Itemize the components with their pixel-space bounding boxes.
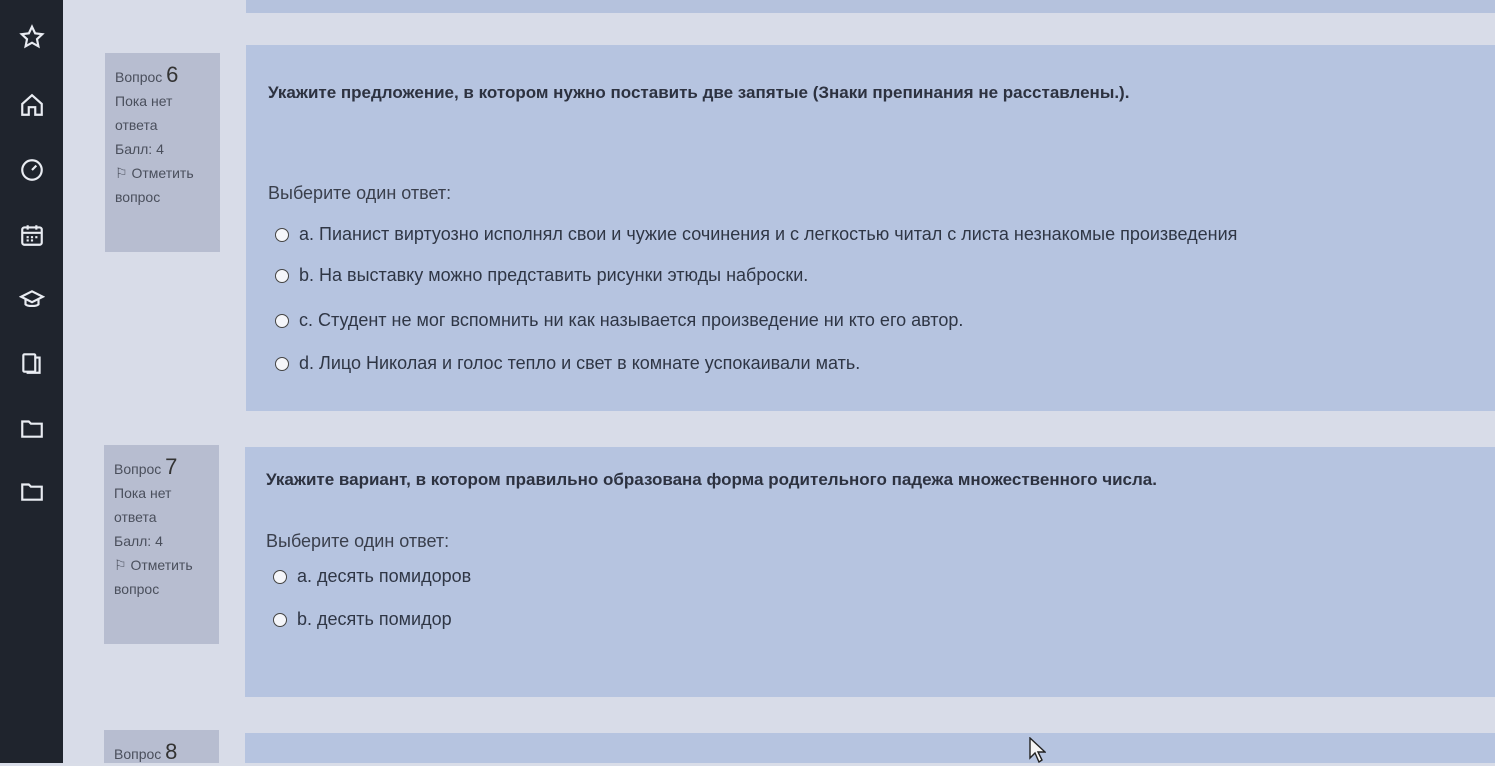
sidebar-nav	[0, 0, 63, 763]
answer-status: Пока нет ответа	[114, 485, 172, 525]
radio-button[interactable]	[275, 356, 289, 371]
star-icon[interactable]	[0, 17, 63, 57]
answer-status: Пока нет ответа	[115, 93, 173, 133]
answer-option-b[interactable]: b. На выставку можно представить рисунки…	[275, 265, 808, 286]
question-number: Вопрос 8	[114, 740, 209, 766]
home-icon[interactable]	[0, 85, 63, 125]
answer-label: b. На выставку можно представить рисунки…	[299, 265, 809, 285]
answer-option-d[interactable]: d. Лицо Николая и голос тепло и свет в к…	[275, 353, 860, 374]
folder-icon[interactable]	[0, 471, 63, 511]
library-icon[interactable]	[0, 343, 63, 383]
question-content-8	[245, 733, 1495, 763]
question-info-8: Вопрос 8	[104, 730, 219, 766]
flag-question-link[interactable]: ⚐ Отметить вопрос	[115, 161, 210, 209]
folder-icon[interactable]	[0, 408, 63, 448]
calendar-icon[interactable]	[0, 215, 63, 255]
dashboard-icon[interactable]	[0, 150, 63, 190]
radio-button[interactable]	[275, 268, 289, 283]
answer-prompt: Выберите один ответ:	[268, 183, 452, 203]
question-label: Вопрос	[114, 746, 162, 762]
answer-option-a[interactable]: a. Пианист виртуозно исполнял свои и чуж…	[275, 224, 1237, 245]
question-number: Вопрос 6	[115, 63, 210, 89]
question-label: Вопрос	[115, 69, 163, 85]
question-info-6: Вопрос 6 Пока нет ответа Балл: 4 ⚐ Отмет…	[105, 53, 220, 252]
question-label: Вопрос	[114, 461, 162, 477]
answer-label: d. Лицо Николая и голос тепло и свет в к…	[299, 353, 861, 373]
answer-option-c[interactable]: c. Студент не мог вспомнить ни как назыв…	[275, 310, 963, 331]
question-text: Укажите вариант, в котором правильно обр…	[266, 470, 1157, 489]
graduation-cap-icon[interactable]	[0, 280, 63, 320]
answer-label: c. Студент не мог вспомнить ни как назыв…	[299, 310, 964, 330]
radio-button[interactable]	[275, 227, 289, 242]
question-score: Балл: 4	[115, 141, 164, 157]
radio-button[interactable]	[273, 612, 287, 627]
answer-label: a. десять помидоров	[297, 566, 472, 586]
question-number-value: 7	[165, 454, 178, 479]
flag-icon: ⚐	[114, 557, 127, 573]
question-number-value: 8	[165, 739, 178, 764]
radio-button[interactable]	[273, 569, 287, 584]
question-number-value: 6	[166, 62, 179, 87]
question-info-7: Вопрос 7 Пока нет ответа Балл: 4 ⚐ Отмет…	[104, 445, 219, 644]
answer-option-a[interactable]: a. десять помидоров	[273, 566, 471, 587]
flag-question-link[interactable]: ⚐ Отметить вопрос	[114, 553, 209, 601]
main-content: Вопрос 6 Пока нет ответа Балл: 4 ⚐ Отмет…	[63, 0, 1495, 766]
previous-question-box	[246, 0, 1495, 13]
question-score: Балл: 4	[114, 533, 163, 549]
answer-label: a. Пианист виртуозно исполнял свои и чуж…	[299, 224, 1238, 244]
answer-option-b[interactable]: b. десять помидор	[273, 609, 452, 630]
answer-prompt: Выберите один ответ:	[266, 531, 450, 551]
question-number: Вопрос 7	[114, 455, 209, 481]
question-text: Укажите предложение, в котором нужно пос…	[268, 83, 1130, 102]
answer-label: b. десять помидор	[297, 609, 452, 629]
radio-button[interactable]	[275, 313, 289, 328]
mouse-cursor-icon	[1029, 737, 1046, 763]
flag-icon: ⚐	[115, 165, 128, 181]
